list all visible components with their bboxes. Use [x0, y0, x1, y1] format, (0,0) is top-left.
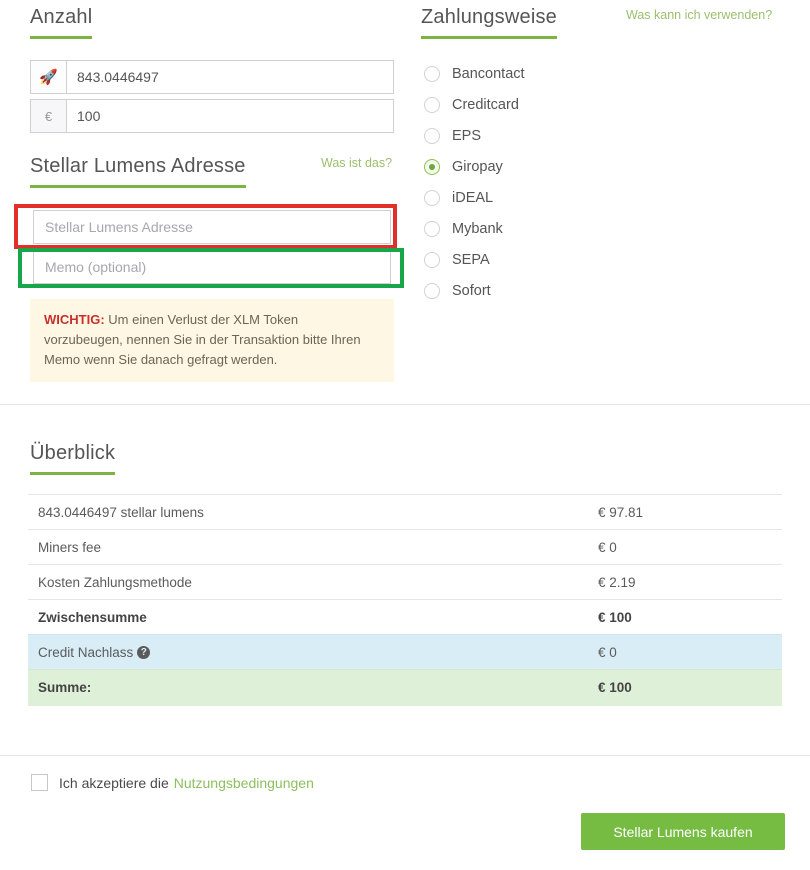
address-title-underline [30, 185, 246, 188]
row-value: € 97.81 [588, 494, 782, 530]
overview-title-underline [30, 472, 116, 475]
table-row: 843.0446497 stellar lumens € 97.81 [28, 494, 782, 530]
table-row-credit-discount: Credit Nachlass? € 0 [28, 634, 782, 670]
euro-icon: € [31, 100, 67, 132]
section-divider-top [0, 404, 810, 405]
radio-icon [424, 66, 440, 82]
row-value: € 0 [588, 529, 782, 565]
payment-option-creditcard[interactable]: Creditcard [424, 97, 519, 113]
payment-option-bancontact[interactable]: Bancontact [424, 66, 525, 82]
payment-option-label: Bancontact [452, 66, 525, 82]
stellar-address-input[interactable] [33, 210, 391, 244]
radio-icon-selected [424, 159, 440, 175]
payment-option-label: EPS [452, 128, 482, 144]
payment-option-label: iDEAL [452, 190, 494, 206]
terms-checkbox[interactable] [31, 774, 48, 791]
crypto-amount-row[interactable]: 🚀 [30, 60, 394, 94]
row-label: Zwischensumme [28, 599, 588, 635]
row-value: € 100 [588, 599, 782, 635]
terms-text: Ich akzeptiere die [59, 774, 169, 791]
payment-title-underline [421, 36, 558, 39]
row-value: € 2.19 [588, 564, 782, 600]
radio-icon [424, 252, 440, 268]
payment-option-label: Giropay [452, 159, 503, 175]
radio-icon [424, 190, 440, 206]
payment-option-sepa[interactable]: SEPA [424, 252, 490, 268]
row-label: Credit Nachlass? [28, 634, 588, 670]
row-value: € 100 [588, 669, 782, 706]
payment-option-label: Creditcard [452, 97, 519, 113]
amount-title-underline [30, 36, 93, 39]
rocket-icon: 🚀 [31, 61, 67, 93]
terms-link[interactable]: Nutzungsbedingungen [174, 775, 314, 791]
table-row: Kosten Zahlungsmethode € 2.19 [28, 564, 782, 600]
overview-section-title: Überblick [30, 442, 116, 475]
memo-input[interactable] [33, 250, 391, 284]
row-label: Miners fee [28, 529, 588, 565]
radio-icon [424, 97, 440, 113]
amount-section-title: Anzahl [30, 6, 93, 39]
radio-icon [424, 128, 440, 144]
row-label: Summe: [28, 669, 588, 706]
row-value: € 0 [588, 634, 782, 670]
payment-option-mybank[interactable]: Mybank [424, 221, 503, 237]
table-row: Miners fee € 0 [28, 529, 782, 565]
payment-option-eps[interactable]: EPS [424, 128, 481, 144]
amount-title-text: Anzahl [30, 6, 93, 28]
payment-option-label: SEPA [452, 252, 490, 268]
payment-option-label: Sofort [452, 283, 491, 299]
payment-title-text: Zahlungsweise [421, 6, 558, 28]
table-row-subtotal: Zwischensumme € 100 [28, 599, 782, 635]
warning-prefix: WICHTIG: [44, 312, 105, 327]
overview-title-text: Überblick [30, 442, 116, 464]
payment-option-giropay[interactable]: Giropay [424, 159, 503, 175]
row-label: 843.0446497 stellar lumens [28, 494, 588, 530]
help-icon[interactable]: ? [137, 646, 151, 660]
fiat-amount-input[interactable] [67, 100, 393, 132]
payment-option-label: Mybank [452, 221, 503, 237]
row-label: Kosten Zahlungsmethode [28, 564, 588, 600]
buy-button[interactable]: Stellar Lumens kaufen [581, 813, 785, 850]
buy-crypto-page: Anzahl 🚀 € Stellar Lumens Adresse Was is… [0, 0, 810, 870]
fiat-amount-row[interactable]: € [30, 99, 394, 133]
payment-option-sofort[interactable]: Sofort [424, 283, 491, 299]
crypto-amount-input[interactable] [67, 61, 393, 93]
address-title-text: Stellar Lumens Adresse [30, 155, 246, 177]
memo-warning-box: WICHTIG: Um einen Verlust der XLM Token … [30, 299, 394, 382]
address-section-title: Stellar Lumens Adresse [30, 155, 246, 188]
section-divider-bottom [0, 755, 810, 756]
overview-table: 843.0446497 stellar lumens € 97.81 Miner… [28, 494, 782, 706]
row-label-text: Credit Nachlass [38, 644, 134, 660]
terms-row: Ich akzeptiere die Nutzungsbedingungen [31, 774, 314, 791]
radio-icon [424, 283, 440, 299]
payment-help-link[interactable]: Was kann ich verwenden? [626, 8, 772, 22]
payment-option-ideal[interactable]: iDEAL [424, 190, 493, 206]
payment-section-title: Zahlungsweise [421, 6, 558, 39]
radio-icon [424, 221, 440, 237]
table-row-total: Summe: € 100 [28, 669, 782, 706]
address-help-link[interactable]: Was ist das? [321, 156, 392, 170]
